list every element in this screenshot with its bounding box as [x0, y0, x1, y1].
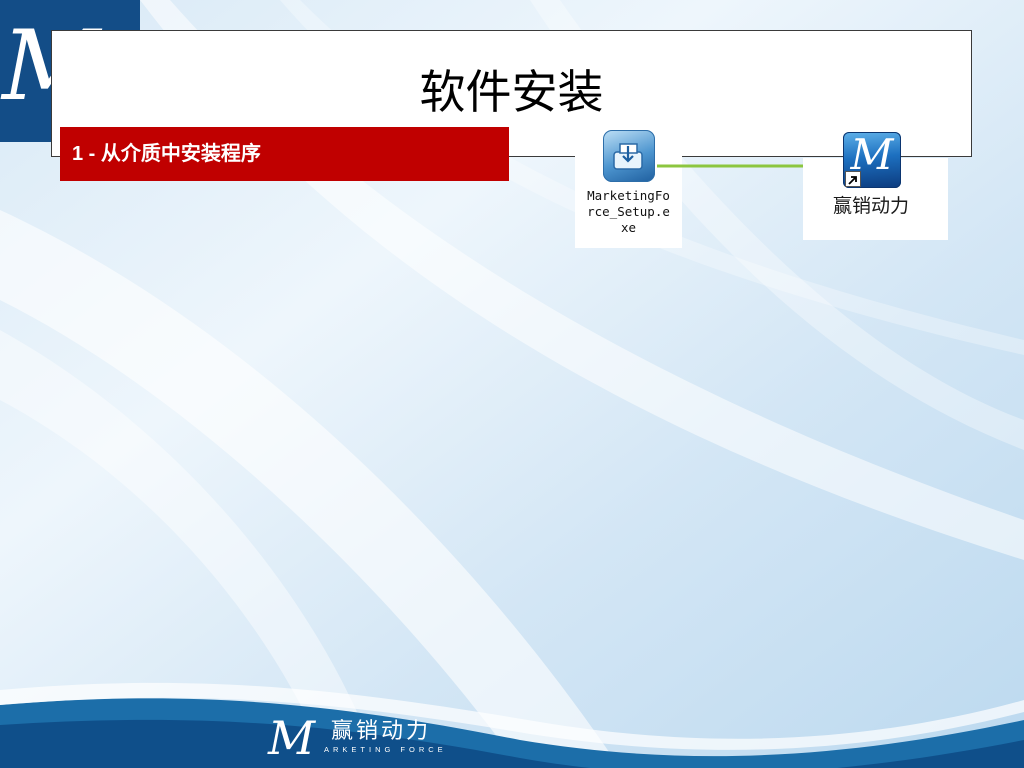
footer-brand-tagline: ARKETING FORCE — [324, 745, 447, 754]
slide-title: 软件安装 — [419, 65, 604, 119]
footer-brand-name: 赢销动力 — [331, 719, 432, 744]
footer-brand-logo: M 赢销动力 ARKETING FORCE — [268, 711, 468, 765]
shortcut-label[interactable]: 赢销动力 — [803, 197, 939, 216]
shortcut-arrow-icon — [845, 171, 861, 187]
section-heading: 1 - 从介质中安装程序 — [72, 143, 261, 165]
section-heading-bar: 1 - 从介质中安装程序 — [60, 127, 509, 181]
footer-logo-glyph: M — [268, 711, 316, 765]
setup-file-item[interactable]: MarketingFo rce_Setup.e xe — [575, 126, 682, 248]
installer-icon — [603, 130, 655, 182]
setup-file-label: MarketingFo rce_Setup.e xe — [587, 188, 670, 235]
